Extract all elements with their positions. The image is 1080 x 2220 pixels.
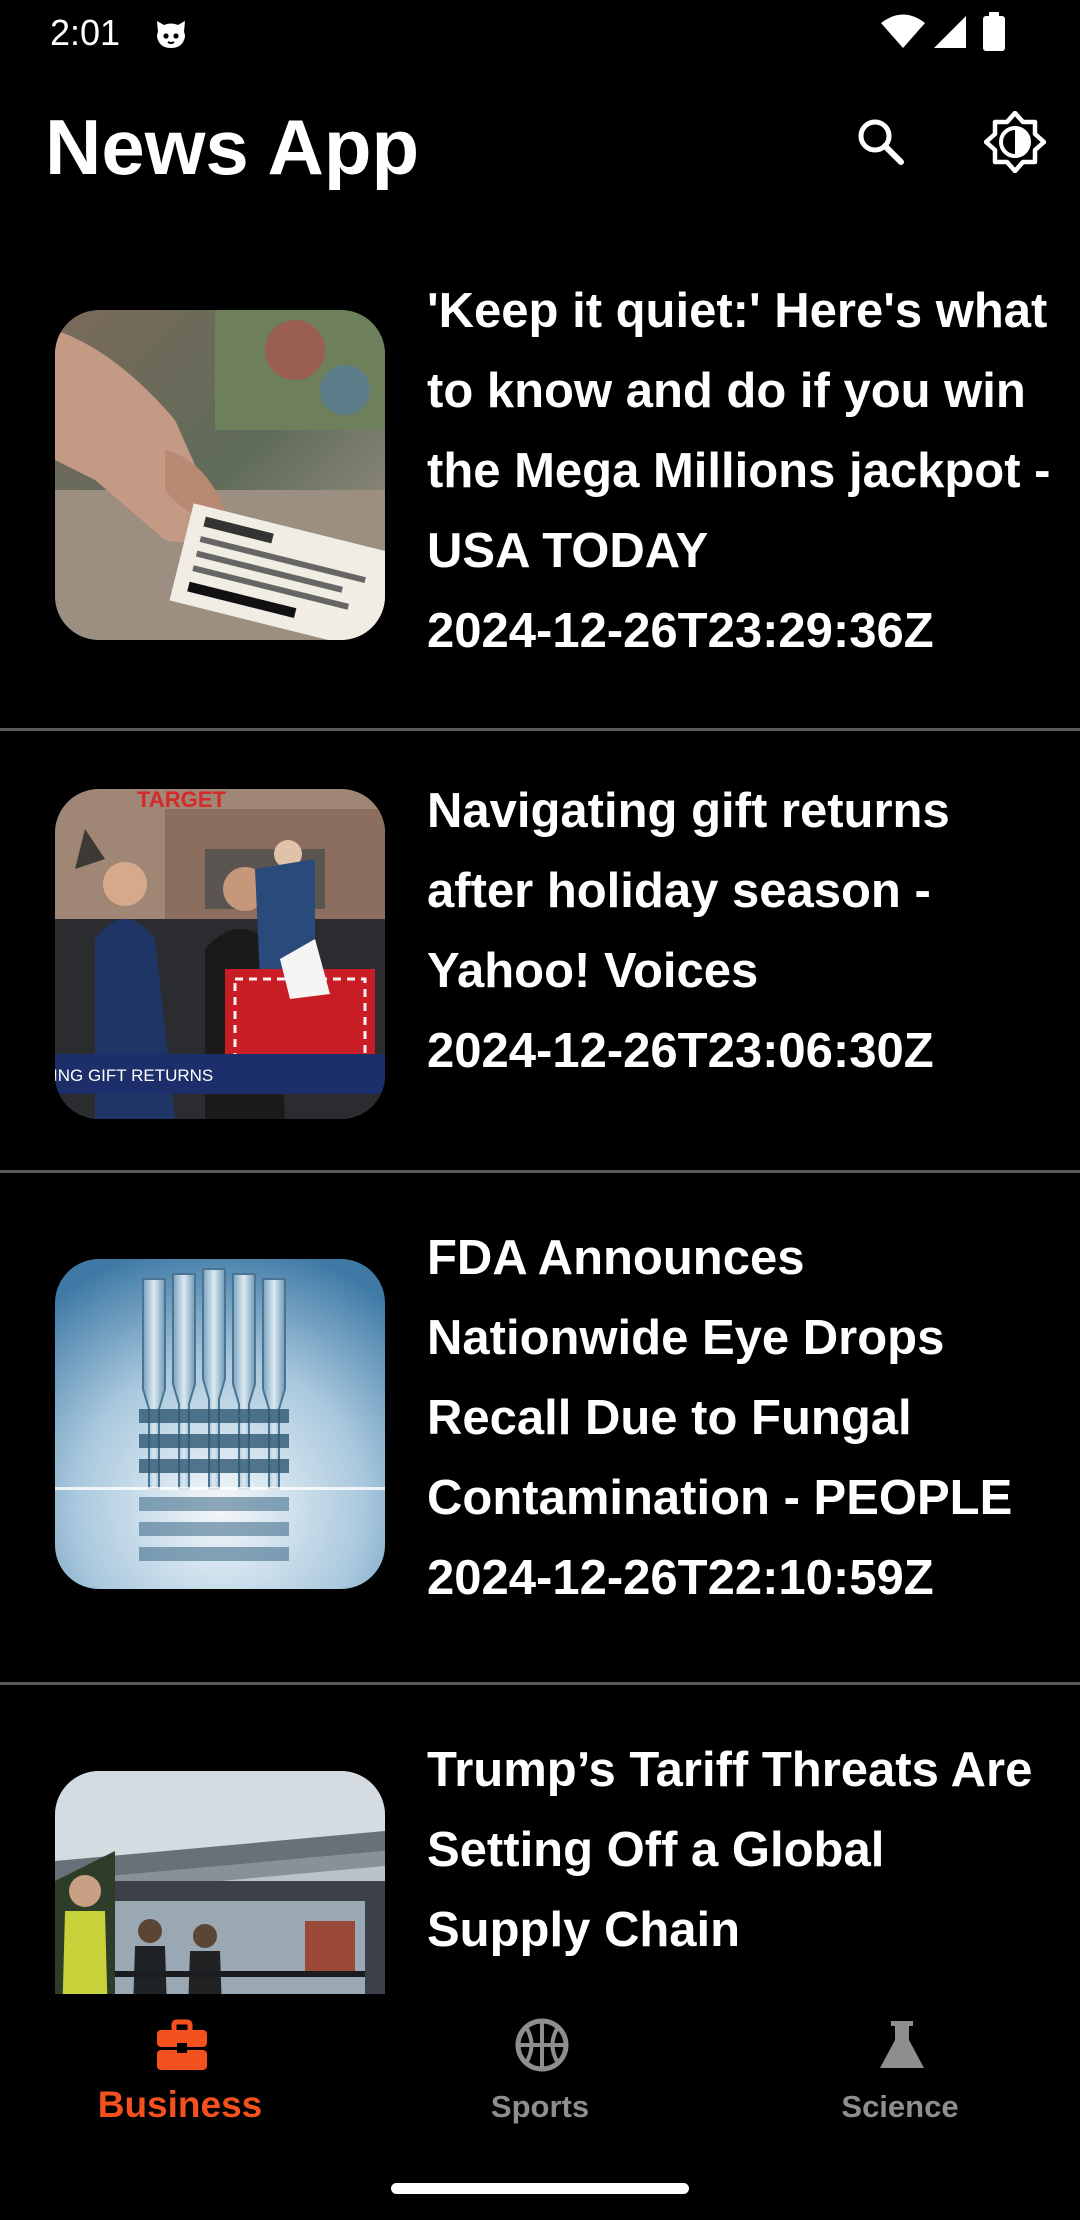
nav-label: Science	[841, 2089, 959, 2124]
app-title: News App	[45, 103, 420, 191]
article-thumbnail	[55, 1771, 385, 1994]
cat-app-icon	[153, 15, 189, 51]
signal-icon	[934, 16, 966, 48]
basketball-icon	[515, 2018, 569, 2072]
status-bar: 2:01	[0, 0, 1080, 66]
article-text: 'Keep it quiet:' Here's what to know and…	[427, 271, 1057, 671]
article-thumbnail	[55, 1259, 385, 1589]
nav-item-sports[interactable]: Sports	[360, 1994, 720, 2164]
bottom-navigation: Business Sports Science	[0, 1994, 1080, 2220]
briefcase-icon	[157, 2019, 207, 2070]
news-list[interactable]: 'Keep it quiet:' Here's what to know and…	[0, 226, 1080, 1994]
brightness-icon	[984, 111, 1046, 173]
theme-toggle-button[interactable]	[965, 92, 1065, 192]
news-item[interactable]: FDA Announces Nationwide Eye Drops Recal…	[0, 1173, 1080, 1685]
search-button[interactable]	[831, 92, 931, 192]
article-thumbnail: TARGET ING GIFT RETURNS	[55, 789, 385, 1119]
app-bar: News App	[0, 66, 1080, 226]
nav-label: Business	[97, 2084, 263, 2125]
thumbnail-caption: ING GIFT RETURNS	[55, 1066, 213, 1085]
flask-icon	[880, 2021, 924, 2068]
article-title: Trump’s Tariff Threats Are Setting Off a…	[427, 1743, 1033, 1957]
battery-icon	[983, 12, 1005, 51]
search-icon	[858, 119, 904, 165]
news-item[interactable]: Trump’s Tariff Threats Are Setting Off a…	[0, 1685, 1080, 1994]
article-text: Trump’s Tariff Threats Are Setting Off a…	[427, 1730, 1057, 1970]
article-title: Navigating gift returns after holiday se…	[427, 784, 950, 998]
news-item[interactable]: 'Keep it quiet:' Here's what to know and…	[0, 226, 1080, 731]
article-thumbnail	[55, 310, 385, 640]
article-date: 2024-12-26T23:06:30Z	[427, 1024, 934, 1078]
status-time: 2:01	[50, 12, 121, 53]
article-text: Navigating gift returns after holiday se…	[427, 771, 1057, 1091]
news-item[interactable]: TARGET ING GIFT RETURNS Navigating gift …	[0, 731, 1080, 1173]
thumbnail-sign-text: TARGET	[137, 789, 226, 812]
wifi-icon	[881, 14, 925, 48]
article-date: 2024-12-26T23:29:36Z	[427, 604, 934, 658]
article-title: FDA Announces Nationwide Eye Drops Recal…	[427, 1231, 1013, 1525]
nav-item-science[interactable]: Science	[720, 1994, 1080, 2164]
home-indicator[interactable]	[391, 2183, 689, 2194]
article-date: 2024-12-26T22:10:59Z	[427, 1551, 934, 1605]
article-title: 'Keep it quiet:' Here's what to know and…	[427, 284, 1051, 578]
nav-item-business[interactable]: Business	[0, 1994, 360, 2164]
nav-label: Sports	[490, 2089, 590, 2124]
article-text: FDA Announces Nationwide Eye Drops Recal…	[427, 1218, 1057, 1618]
